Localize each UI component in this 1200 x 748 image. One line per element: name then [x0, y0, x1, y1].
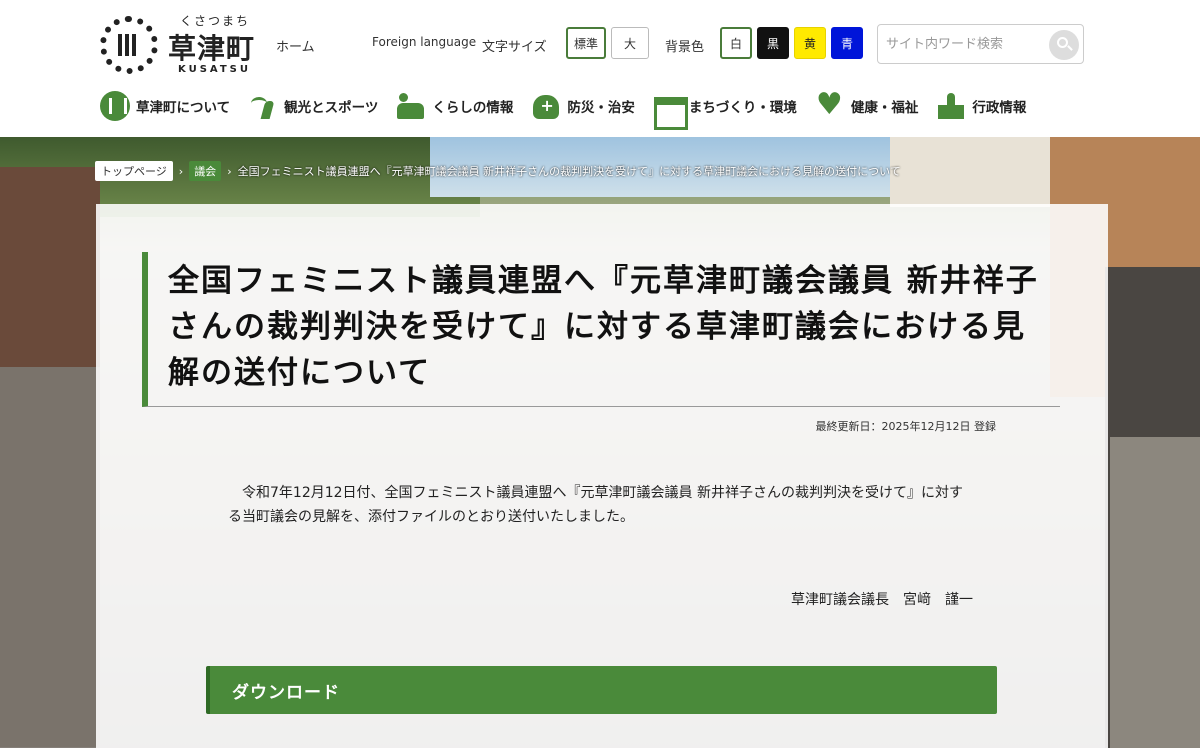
fontsize-large-button[interactable]: 大 — [611, 27, 649, 59]
gnav-label: 観光とスポーツ — [284, 100, 379, 116]
bgcolor-black-button[interactable]: 黒 — [757, 27, 789, 59]
gnav-item-tourism[interactable]: 観光とスポーツ — [248, 88, 378, 124]
bgcolor-blue-button[interactable]: 青 — [831, 27, 863, 59]
logo-roman: KUSATSU — [178, 64, 252, 75]
gnav-item-health[interactable]: 健康・福祉 — [815, 87, 919, 124]
bgcolor-white-button[interactable]: 白 — [720, 27, 752, 59]
person-desk-icon — [396, 91, 426, 121]
download-heading: ダウンロード — [232, 683, 340, 703]
breadcrumb-separator: › — [178, 164, 184, 178]
gnav-label: まちづくり・環境 — [688, 100, 797, 116]
content-panel: 全国フェミニスト議員連盟へ『元草津町議会議員 新井祥子さんの裁判判決を受けて』に… — [96, 204, 1108, 748]
bgcolor-yellow-button[interactable]: 黄 — [794, 27, 826, 59]
town-emblem-icon — [100, 16, 158, 74]
last-updated: 最終更新日：2025年12月12日 登録 — [815, 420, 996, 433]
runner-icon — [248, 91, 278, 121]
gnav-item-safety[interactable]: 防災・治安 — [531, 88, 635, 124]
shield-icon — [531, 91, 561, 121]
site-search — [877, 24, 1084, 64]
site-logo[interactable]: くさつまち 草津町 KUSATSU — [100, 12, 260, 75]
breadcrumb: トップページ › 議会 › 全国フェミニスト議員連盟へ『元草津町議会議員 新井祥… — [95, 160, 901, 182]
foreign-language-link[interactable]: Foreign language — [372, 35, 476, 49]
breadcrumb-home[interactable]: トップページ — [95, 161, 173, 181]
site-header: くさつまち 草津町 KUSATSU ホーム Foreign language 文… — [0, 0, 1200, 137]
search-button[interactable] — [1049, 30, 1079, 60]
breadcrumb-parent[interactable]: 議会 — [189, 161, 222, 181]
logo-name: 草津町 — [168, 32, 256, 65]
gnav-label: 健康・福祉 — [850, 100, 919, 116]
home-link[interactable]: ホーム — [276, 36, 315, 55]
page-title: 全国フェミニスト議員連盟へ『元草津町議会議員 新井祥子さんの裁判判決を受けて』に… — [168, 263, 1039, 391]
gnav-item-about[interactable]: 草津町について — [100, 88, 230, 124]
signature: 草津町議会議長 宮﨑 謹一 — [791, 592, 973, 608]
global-nav: 草津町について 観光とスポーツ くらしの情報 防災・治安 まちづくり・環境 健康… — [100, 87, 1100, 130]
gnav-label: 草津町について — [136, 100, 231, 116]
heart-hands-icon — [815, 87, 845, 122]
title-block: 全国フェミニスト議員連盟へ『元草津町議会議員 新井祥子さんの裁判判決を受けて』に… — [142, 252, 1060, 407]
gnav-label: 防災・治安 — [567, 100, 635, 116]
fontsize-label: 文字サイズ — [482, 40, 547, 55]
fontsize-standard-button[interactable]: 標準 — [566, 27, 606, 59]
breadcrumb-separator: › — [227, 164, 232, 178]
town-emblem-icon — [100, 91, 130, 121]
gnav-item-administration[interactable]: 行政情報 — [936, 88, 1026, 124]
gnav-label: 行政情報 — [972, 100, 1027, 116]
town-building-icon — [653, 91, 688, 130]
gnav-label: くらしの情報 — [432, 100, 514, 116]
download-section-heading: ダウンロード — [206, 666, 997, 714]
bgcolor-label: 背景色 — [665, 40, 705, 55]
search-input[interactable] — [886, 31, 1046, 57]
gnav-item-environment[interactable]: まちづくり・環境 — [653, 88, 797, 130]
body-text: 令和7年12月12日付、全国フェミニスト議員連盟へ『元草津町議会議員 新井祥子さ… — [228, 485, 963, 525]
gnav-item-living[interactable]: くらしの情報 — [396, 88, 513, 124]
city-hall-icon — [936, 91, 966, 121]
breadcrumb-current: 全国フェミニスト議員連盟へ『元草津町議会議員 新井祥子さんの裁判判決を受けて』に… — [237, 165, 901, 178]
